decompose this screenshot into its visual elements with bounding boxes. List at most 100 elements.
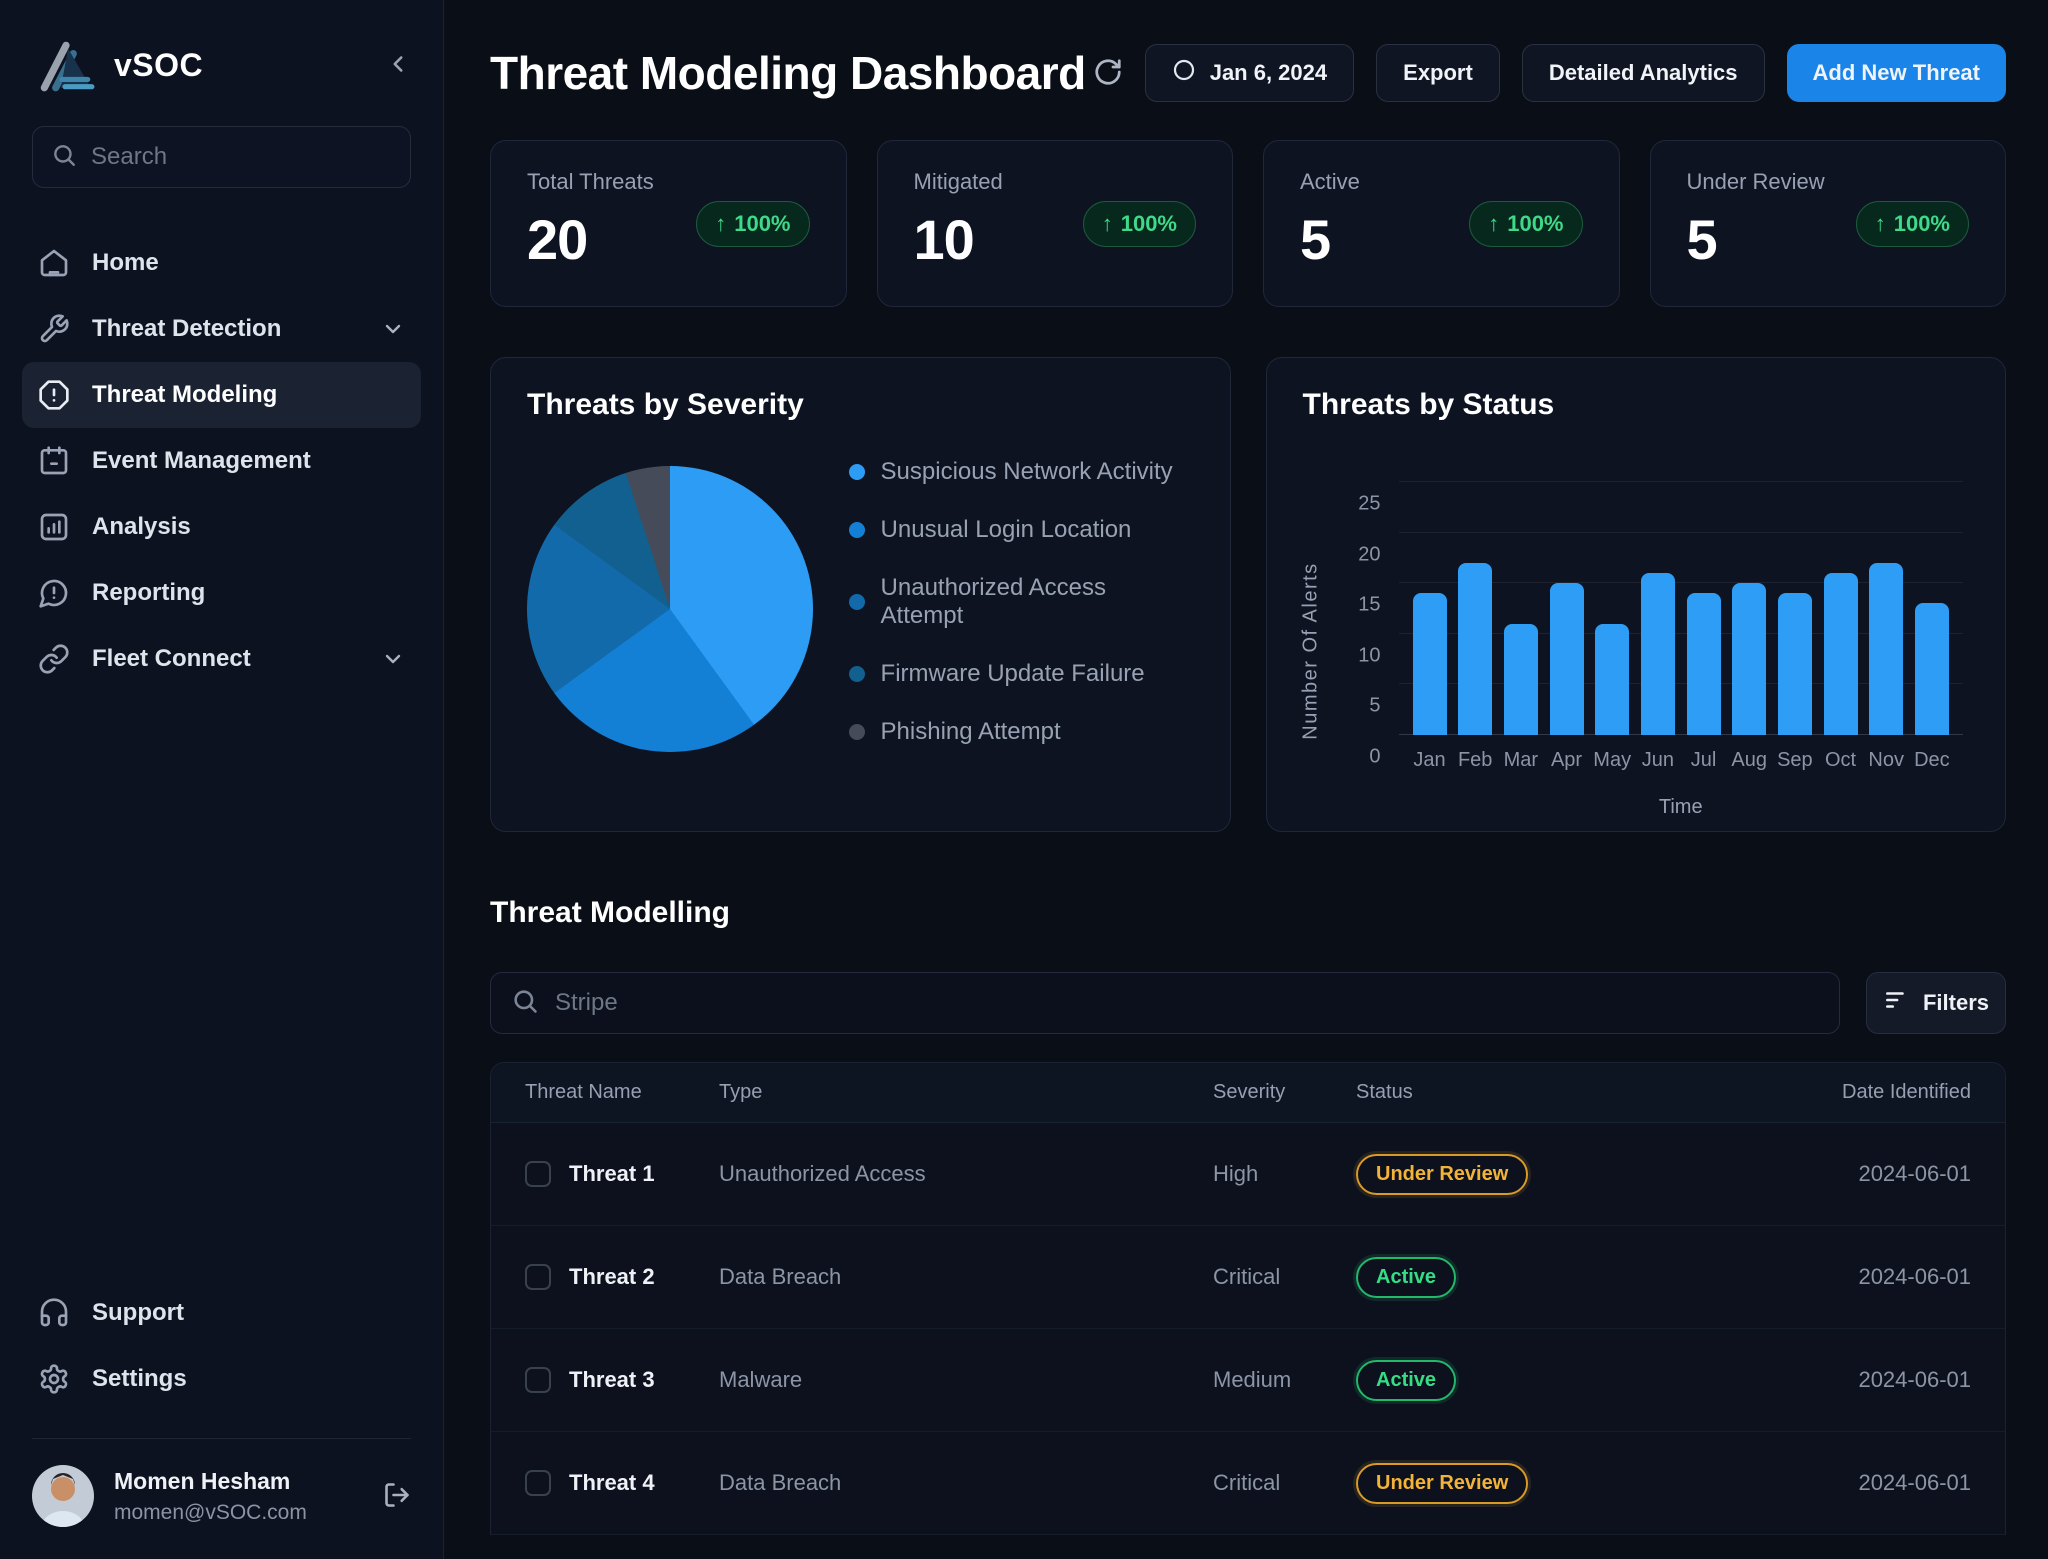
export-button[interactable]: Export	[1376, 44, 1500, 102]
status-badge: Active	[1356, 1257, 1456, 1298]
column-header-threat-name: Threat Name	[525, 1081, 719, 1104]
x-tick-label: Sep	[1774, 749, 1816, 772]
stats-row: Total Threats20↑100%Mitigated10↑100%Acti…	[490, 140, 2006, 307]
sidebar-item-reporting[interactable]: Reporting	[22, 560, 421, 626]
cell-threat-name: Threat 2	[569, 1264, 719, 1290]
sidebar-divider	[32, 1438, 411, 1439]
cell-type: Data Breach	[719, 1264, 1213, 1290]
bar-jun	[1641, 573, 1675, 735]
stat-delta-badge: ↑100%	[1469, 201, 1582, 247]
legend-dot	[849, 666, 865, 682]
x-tick-label: Jul	[1683, 749, 1725, 772]
trend-up-icon: ↑	[1875, 211, 1886, 237]
sidebar-item-fleet-connect[interactable]: Fleet Connect	[22, 626, 421, 692]
add-new-threat-button[interactable]: Add New Threat	[1787, 44, 2006, 102]
bar-oct	[1824, 573, 1858, 735]
x-tick-label: Feb	[1454, 749, 1496, 772]
pie-chart-area: Suspicious Network Activity Unusual Login…	[527, 452, 1194, 752]
sidebar-item-settings[interactable]: Settings	[22, 1346, 421, 1412]
y-tick-label: 15	[1358, 594, 1380, 617]
sidebar-item-support[interactable]: Support	[22, 1280, 421, 1346]
table-search[interactable]	[490, 972, 1840, 1034]
sidebar-search-input[interactable]	[91, 143, 401, 171]
bar-jul	[1687, 593, 1721, 735]
cell-threat-name: Threat 4	[569, 1470, 719, 1496]
bar-slot-mar	[1500, 624, 1542, 735]
legend-label: Unusual Login Location	[881, 516, 1132, 544]
stat-delta-value: 100%	[1894, 211, 1950, 237]
status-badge: Active	[1356, 1360, 1456, 1401]
table-row-threat-2[interactable]: Threat 2Data BreachCriticalActive 2024-06…	[491, 1226, 2005, 1329]
legend-item-unusual-login-location: Unusual Login Location	[849, 516, 1194, 544]
bar-month-labels: JanFebMarAprMayJunJulAugSepOctNovDec	[1399, 749, 1964, 772]
user-email: momen@vSOC.com	[114, 1501, 307, 1525]
legend-item-unauthorized-access-attempt: Unauthorized Access Attempt	[849, 574, 1194, 630]
sidebar-collapse-button[interactable]	[385, 51, 411, 80]
table-header-row: Threat NameTypeSeverityStatusDate Identi…	[491, 1063, 2005, 1123]
table-search-input[interactable]	[555, 989, 1819, 1017]
refresh-button[interactable]	[1093, 57, 1123, 90]
stat-card-under-review: Under Review5↑100%	[1650, 140, 2007, 307]
gear-icon	[38, 1363, 70, 1395]
y-tick-label: 25	[1358, 493, 1380, 516]
bar-jan	[1413, 593, 1447, 735]
add-new-threat-label: Add New Threat	[1813, 60, 1980, 86]
avatar	[32, 1465, 94, 1527]
trend-up-icon: ↑	[715, 211, 726, 237]
stat-card-mitigated: Mitigated10↑100%	[877, 140, 1234, 307]
clock-circle-icon	[1172, 58, 1196, 88]
sidebar-item-label: Event Management	[92, 447, 311, 475]
cell-date-identified: 2024-06-01	[1791, 1367, 1971, 1393]
x-tick-label: Aug	[1728, 749, 1770, 772]
row-checkbox[interactable]	[525, 1367, 551, 1393]
octagon-alert-icon	[38, 379, 70, 411]
message-alert-icon	[38, 577, 70, 609]
legend-item-phishing-attempt: Phishing Attempt	[849, 718, 1194, 746]
row-checkbox[interactable]	[525, 1264, 551, 1290]
sidebar-item-label: Home	[92, 249, 159, 277]
header-controls: Jan 6, 2024 Export Detailed Analytics Ad…	[1093, 44, 2006, 102]
row-checkbox[interactable]	[525, 1470, 551, 1496]
sidebar-item-label: Settings	[92, 1365, 187, 1393]
table-row-threat-1[interactable]: Threat 1Unauthorized AccessHighUnder Rev…	[491, 1123, 2005, 1226]
sidebar-item-threat-modeling[interactable]: Threat Modeling	[22, 362, 421, 428]
search-icon	[51, 142, 77, 173]
sidebar-item-event-management[interactable]: Event Management	[22, 428, 421, 494]
detailed-analytics-button[interactable]: Detailed Analytics	[1522, 44, 1765, 102]
threats-table: Threat NameTypeSeverityStatusDate Identi…	[490, 1062, 2006, 1535]
cell-severity: Critical	[1213, 1264, 1356, 1290]
legend-label: Suspicious Network Activity	[881, 458, 1173, 486]
table-row-threat-3[interactable]: Threat 3MalwareMediumActive2024-06-01	[491, 1329, 2005, 1432]
x-tick-label: Mar	[1500, 749, 1542, 772]
cell-type: Malware	[719, 1367, 1213, 1393]
sidebar-item-label: Threat Modeling	[92, 381, 277, 409]
chart-square-icon	[38, 511, 70, 543]
y-tick-label: 5	[1369, 695, 1380, 718]
sidebar-search[interactable]	[32, 126, 411, 188]
logout-button[interactable]	[383, 1481, 411, 1512]
date-button[interactable]: Jan 6, 2024	[1145, 44, 1354, 102]
export-button-label: Export	[1403, 60, 1473, 86]
sidebar-item-threat-detection[interactable]: Threat Detection	[22, 296, 421, 362]
row-checkbox[interactable]	[525, 1161, 551, 1187]
sidebar-item-analysis[interactable]: Analysis	[22, 494, 421, 560]
stat-label: Under Review	[1687, 169, 1970, 195]
cell-severity: High	[1213, 1161, 1356, 1187]
brand: vSOC	[34, 34, 411, 96]
stat-delta-badge: ↑100%	[1083, 201, 1196, 247]
cell-date-identified: 2024-06-01	[1791, 1264, 1971, 1290]
bar-plot: 0510152025	[1399, 482, 1964, 735]
brand-name: vSOC	[114, 47, 203, 84]
sidebar-item-label: Threat Detection	[92, 315, 281, 343]
bars-layer	[1399, 482, 1964, 735]
status-badge: Under Review	[1356, 1154, 1528, 1195]
headphones-icon	[38, 1297, 70, 1329]
bar-mar	[1504, 624, 1538, 735]
chevron-left-icon	[385, 51, 411, 80]
page-title: Threat Modeling Dashboard	[490, 46, 1086, 100]
table-row-threat-4[interactable]: Threat 4Data BreachCriticalUnder Review2…	[491, 1432, 2005, 1535]
sidebar-item-home[interactable]: Home	[22, 230, 421, 296]
detailed-analytics-label: Detailed Analytics	[1549, 60, 1738, 86]
x-tick-label: Nov	[1865, 749, 1907, 772]
filters-button[interactable]: Filters	[1866, 972, 2006, 1034]
